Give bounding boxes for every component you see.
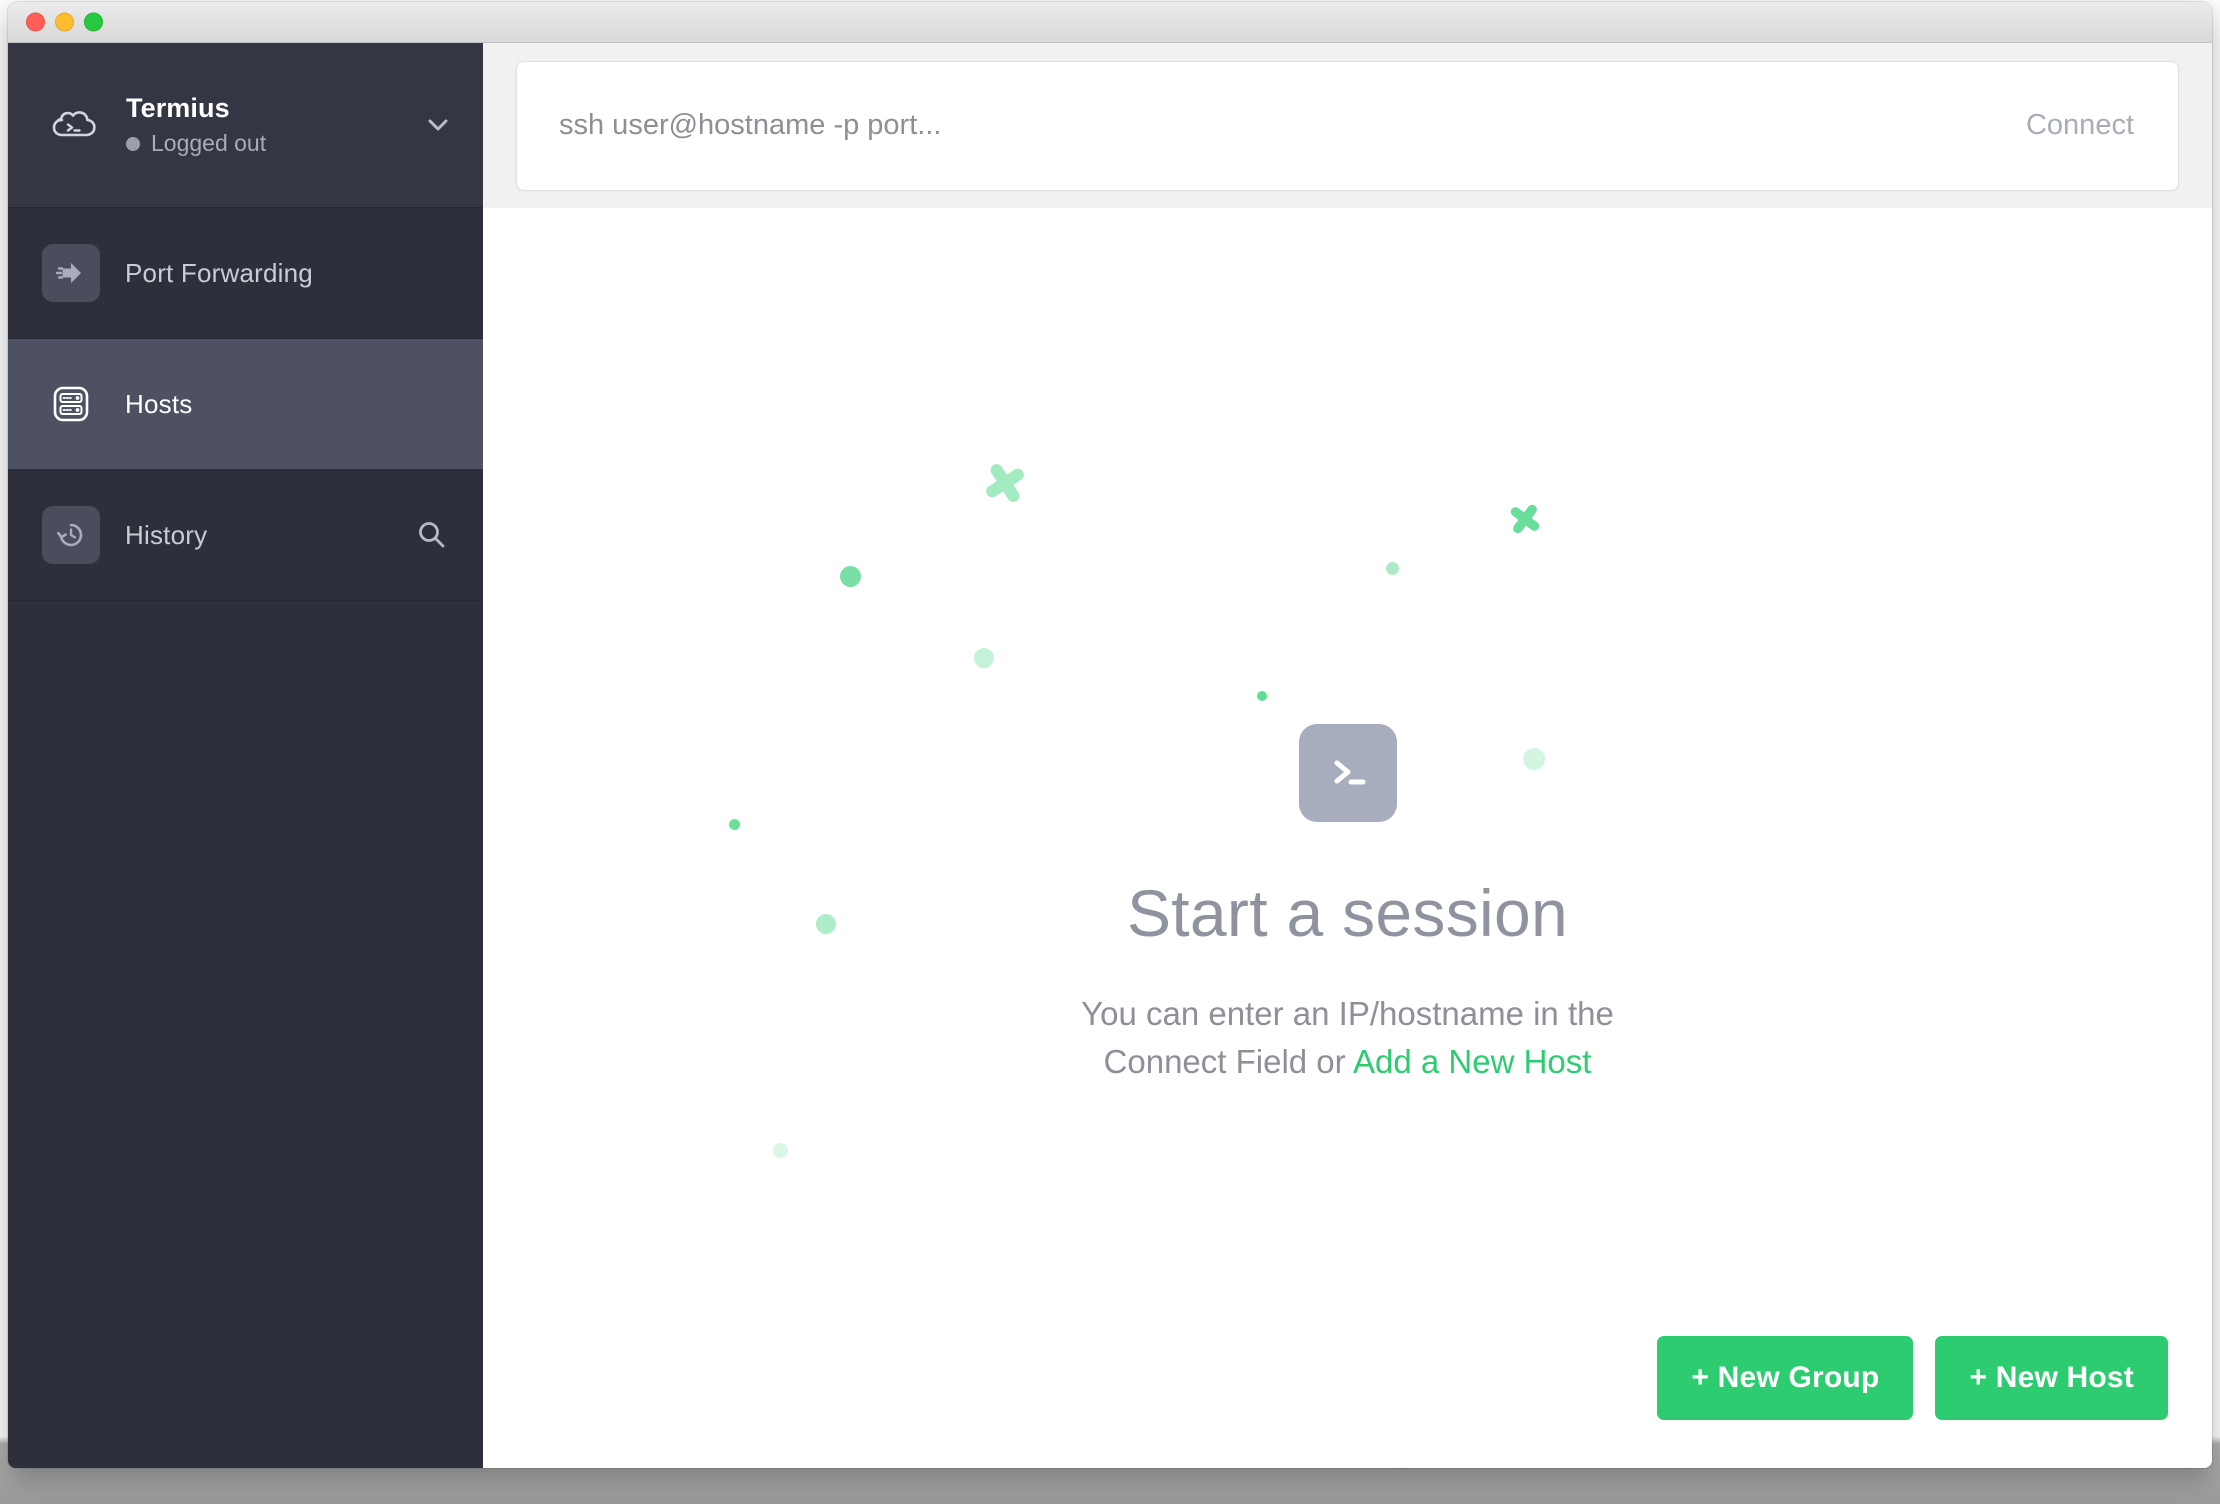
sidebar-item-label: History <box>125 519 208 550</box>
decorative-dot <box>1257 691 1267 701</box>
termius-cloud-logo-icon <box>42 94 104 156</box>
footer-actions: + New Group + New Host <box>1657 1336 2168 1420</box>
main-panel: Connect Start a session <box>483 43 2212 1468</box>
sidebar-item-label: Hosts <box>125 388 193 419</box>
account-status-label: Logged out <box>151 130 267 157</box>
sidebar-item-port-forwarding[interactable]: Port Forwarding <box>8 208 483 339</box>
status-indicator-dot <box>126 137 140 152</box>
clock-history-icon <box>42 506 100 564</box>
maximize-window-button[interactable] <box>84 12 103 32</box>
decorative-dot <box>840 566 861 587</box>
port-forwarding-arrow-icon <box>42 244 100 302</box>
account-header[interactable]: Termius Logged out <box>8 43 483 208</box>
termius-app-window: Termius Logged out Port Forwarding Hosts… <box>8 2 2212 1468</box>
hosts-canvas: Start a session You can enter an IP/host… <box>483 208 2212 1468</box>
decorative-cross-icon <box>1381 1456 1442 1468</box>
terminal-prompt-icon <box>1298 724 1397 822</box>
empty-state: Start a session You can enter an IP/host… <box>483 724 2212 1086</box>
new-host-button[interactable]: + New Host <box>1935 1336 2168 1420</box>
search-icon[interactable] <box>409 512 455 558</box>
decorative-dot <box>974 648 994 668</box>
empty-state-title: Start a session <box>1126 876 1569 950</box>
window-title-bar <box>8 2 2212 43</box>
empty-state-line1: You can enter an IP/hostname in the <box>1081 995 1614 1032</box>
decorative-dot <box>1386 562 1399 575</box>
connect-button[interactable]: Connect <box>2020 101 2140 150</box>
decorative-cross-icon <box>1501 495 1548 542</box>
minimize-window-button[interactable] <box>55 12 74 32</box>
sidebar: Termius Logged out Port Forwarding Hosts… <box>8 43 483 1468</box>
empty-state-description: You can enter an IP/hostname in the Conn… <box>1081 990 1614 1086</box>
window-body: Termius Logged out Port Forwarding Hosts… <box>8 43 2212 1468</box>
connect-input[interactable] <box>559 109 2020 142</box>
add-new-host-link[interactable]: Add a New Host <box>1353 1043 1591 1080</box>
close-window-button[interactable] <box>26 12 45 32</box>
server-rack-icon <box>42 375 100 433</box>
sidebar-nav: Port Forwarding Hosts History <box>8 208 483 601</box>
account-info: Termius Logged out <box>126 93 409 156</box>
chevron-down-icon[interactable] <box>421 108 455 142</box>
desktop-background: Termius Logged out Port Forwarding Hosts… <box>0 0 2220 1504</box>
connect-bar: Connect <box>483 43 2212 208</box>
sidebar-item-label: Port Forwarding <box>125 257 313 288</box>
empty-state-line2-prefix: Connect Field or <box>1103 1042 1353 1080</box>
sidebar-empty-space <box>8 601 483 1468</box>
decorative-cross-icon <box>973 451 1037 515</box>
sidebar-item-history[interactable]: History <box>8 470 483 601</box>
decorative-dot <box>773 1143 788 1158</box>
window-controls <box>26 12 103 32</box>
account-name: Termius <box>126 93 230 124</box>
account-status-row: Logged out <box>126 131 409 156</box>
sidebar-item-hosts[interactable]: Hosts <box>8 339 483 470</box>
connect-field[interactable]: Connect <box>516 60 2179 191</box>
new-group-button[interactable]: + New Group <box>1657 1336 1914 1420</box>
